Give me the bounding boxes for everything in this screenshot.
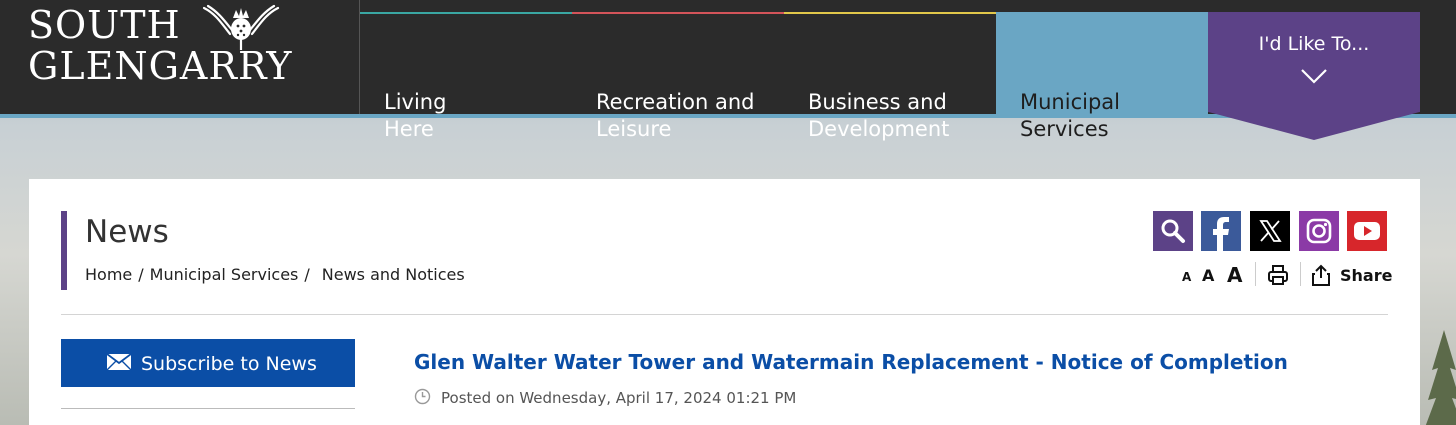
envelope-icon bbox=[107, 354, 131, 370]
sidebar-divider bbox=[61, 408, 355, 409]
section-divider bbox=[61, 314, 1388, 315]
id-like-to-menu-button[interactable]: I'd Like To... bbox=[1208, 12, 1420, 140]
logo-line-2: GLENGARRY bbox=[28, 44, 293, 88]
thistle-icon bbox=[202, 4, 280, 50]
x-link[interactable] bbox=[1250, 211, 1290, 251]
tool-divider bbox=[1255, 262, 1256, 286]
facebook-link[interactable] bbox=[1201, 211, 1241, 251]
text-size-medium[interactable]: A bbox=[1202, 266, 1214, 285]
nav-stripe bbox=[360, 12, 572, 14]
logo-line-1: SOUTH bbox=[28, 3, 181, 47]
breadcrumb: Home / Municipal Services / News and Notices bbox=[85, 265, 465, 284]
facebook-icon bbox=[1201, 211, 1241, 251]
x-icon bbox=[1250, 211, 1290, 251]
nav-item-label: Municipal Services bbox=[1020, 90, 1120, 141]
nav-item-living-here[interactable]: Living Here bbox=[360, 12, 572, 141]
share-label: Share bbox=[1340, 266, 1393, 285]
youtube-icon bbox=[1347, 211, 1387, 251]
site-logo[interactable]: SOUTH GLENGARRY bbox=[28, 4, 358, 110]
nav-item-municipal-services[interactable]: Municipal Services bbox=[996, 12, 1208, 141]
text-size-small[interactable]: A bbox=[1182, 270, 1191, 284]
printer-icon[interactable] bbox=[1267, 264, 1289, 286]
breadcrumb-separator: / bbox=[138, 265, 144, 284]
instagram-link[interactable] bbox=[1299, 211, 1339, 251]
subscribe-label: Subscribe to News bbox=[141, 353, 317, 375]
nav-stripe bbox=[784, 12, 996, 14]
nav-stripe bbox=[996, 12, 1208, 14]
breadcrumb-home[interactable]: Home bbox=[85, 265, 132, 284]
chevron-down-icon bbox=[1301, 69, 1327, 84]
breadcrumb-separator: / bbox=[304, 265, 310, 284]
article-title-link[interactable]: Glen Walter Water Tower and Watermain Re… bbox=[414, 350, 1288, 374]
search-icon bbox=[1153, 211, 1193, 251]
nav-item-recreation-and-leisure[interactable]: Recreation and Leisure bbox=[572, 12, 784, 141]
nav-item-label: Business and Development bbox=[808, 90, 950, 141]
background-tree bbox=[1425, 330, 1456, 425]
title-accent-bar bbox=[61, 211, 67, 290]
search-button[interactable] bbox=[1153, 211, 1193, 251]
id-like-to-label: I'd Like To... bbox=[1258, 33, 1370, 55]
nav-stripe bbox=[572, 12, 784, 14]
clock-icon bbox=[414, 388, 431, 405]
subscribe-to-news-button[interactable]: Subscribe to News bbox=[61, 339, 355, 387]
breadcrumb-current: News and Notices bbox=[321, 265, 465, 284]
page-title: News bbox=[85, 214, 169, 250]
youtube-link[interactable] bbox=[1347, 211, 1387, 251]
tool-divider bbox=[1300, 262, 1301, 286]
posted-text: Posted on Wednesday, April 17, 2024 01:2… bbox=[441, 389, 797, 407]
nav-item-label: Recreation and Leisure bbox=[596, 90, 755, 141]
nav-item-label: Living Here bbox=[384, 90, 447, 141]
text-size-large[interactable]: A bbox=[1227, 263, 1242, 287]
instagram-icon bbox=[1299, 211, 1339, 251]
share-icon bbox=[1312, 264, 1330, 286]
nav-item-business-and-development[interactable]: Business and Development bbox=[784, 12, 996, 141]
breadcrumb-municipal-services[interactable]: Municipal Services bbox=[150, 265, 299, 284]
